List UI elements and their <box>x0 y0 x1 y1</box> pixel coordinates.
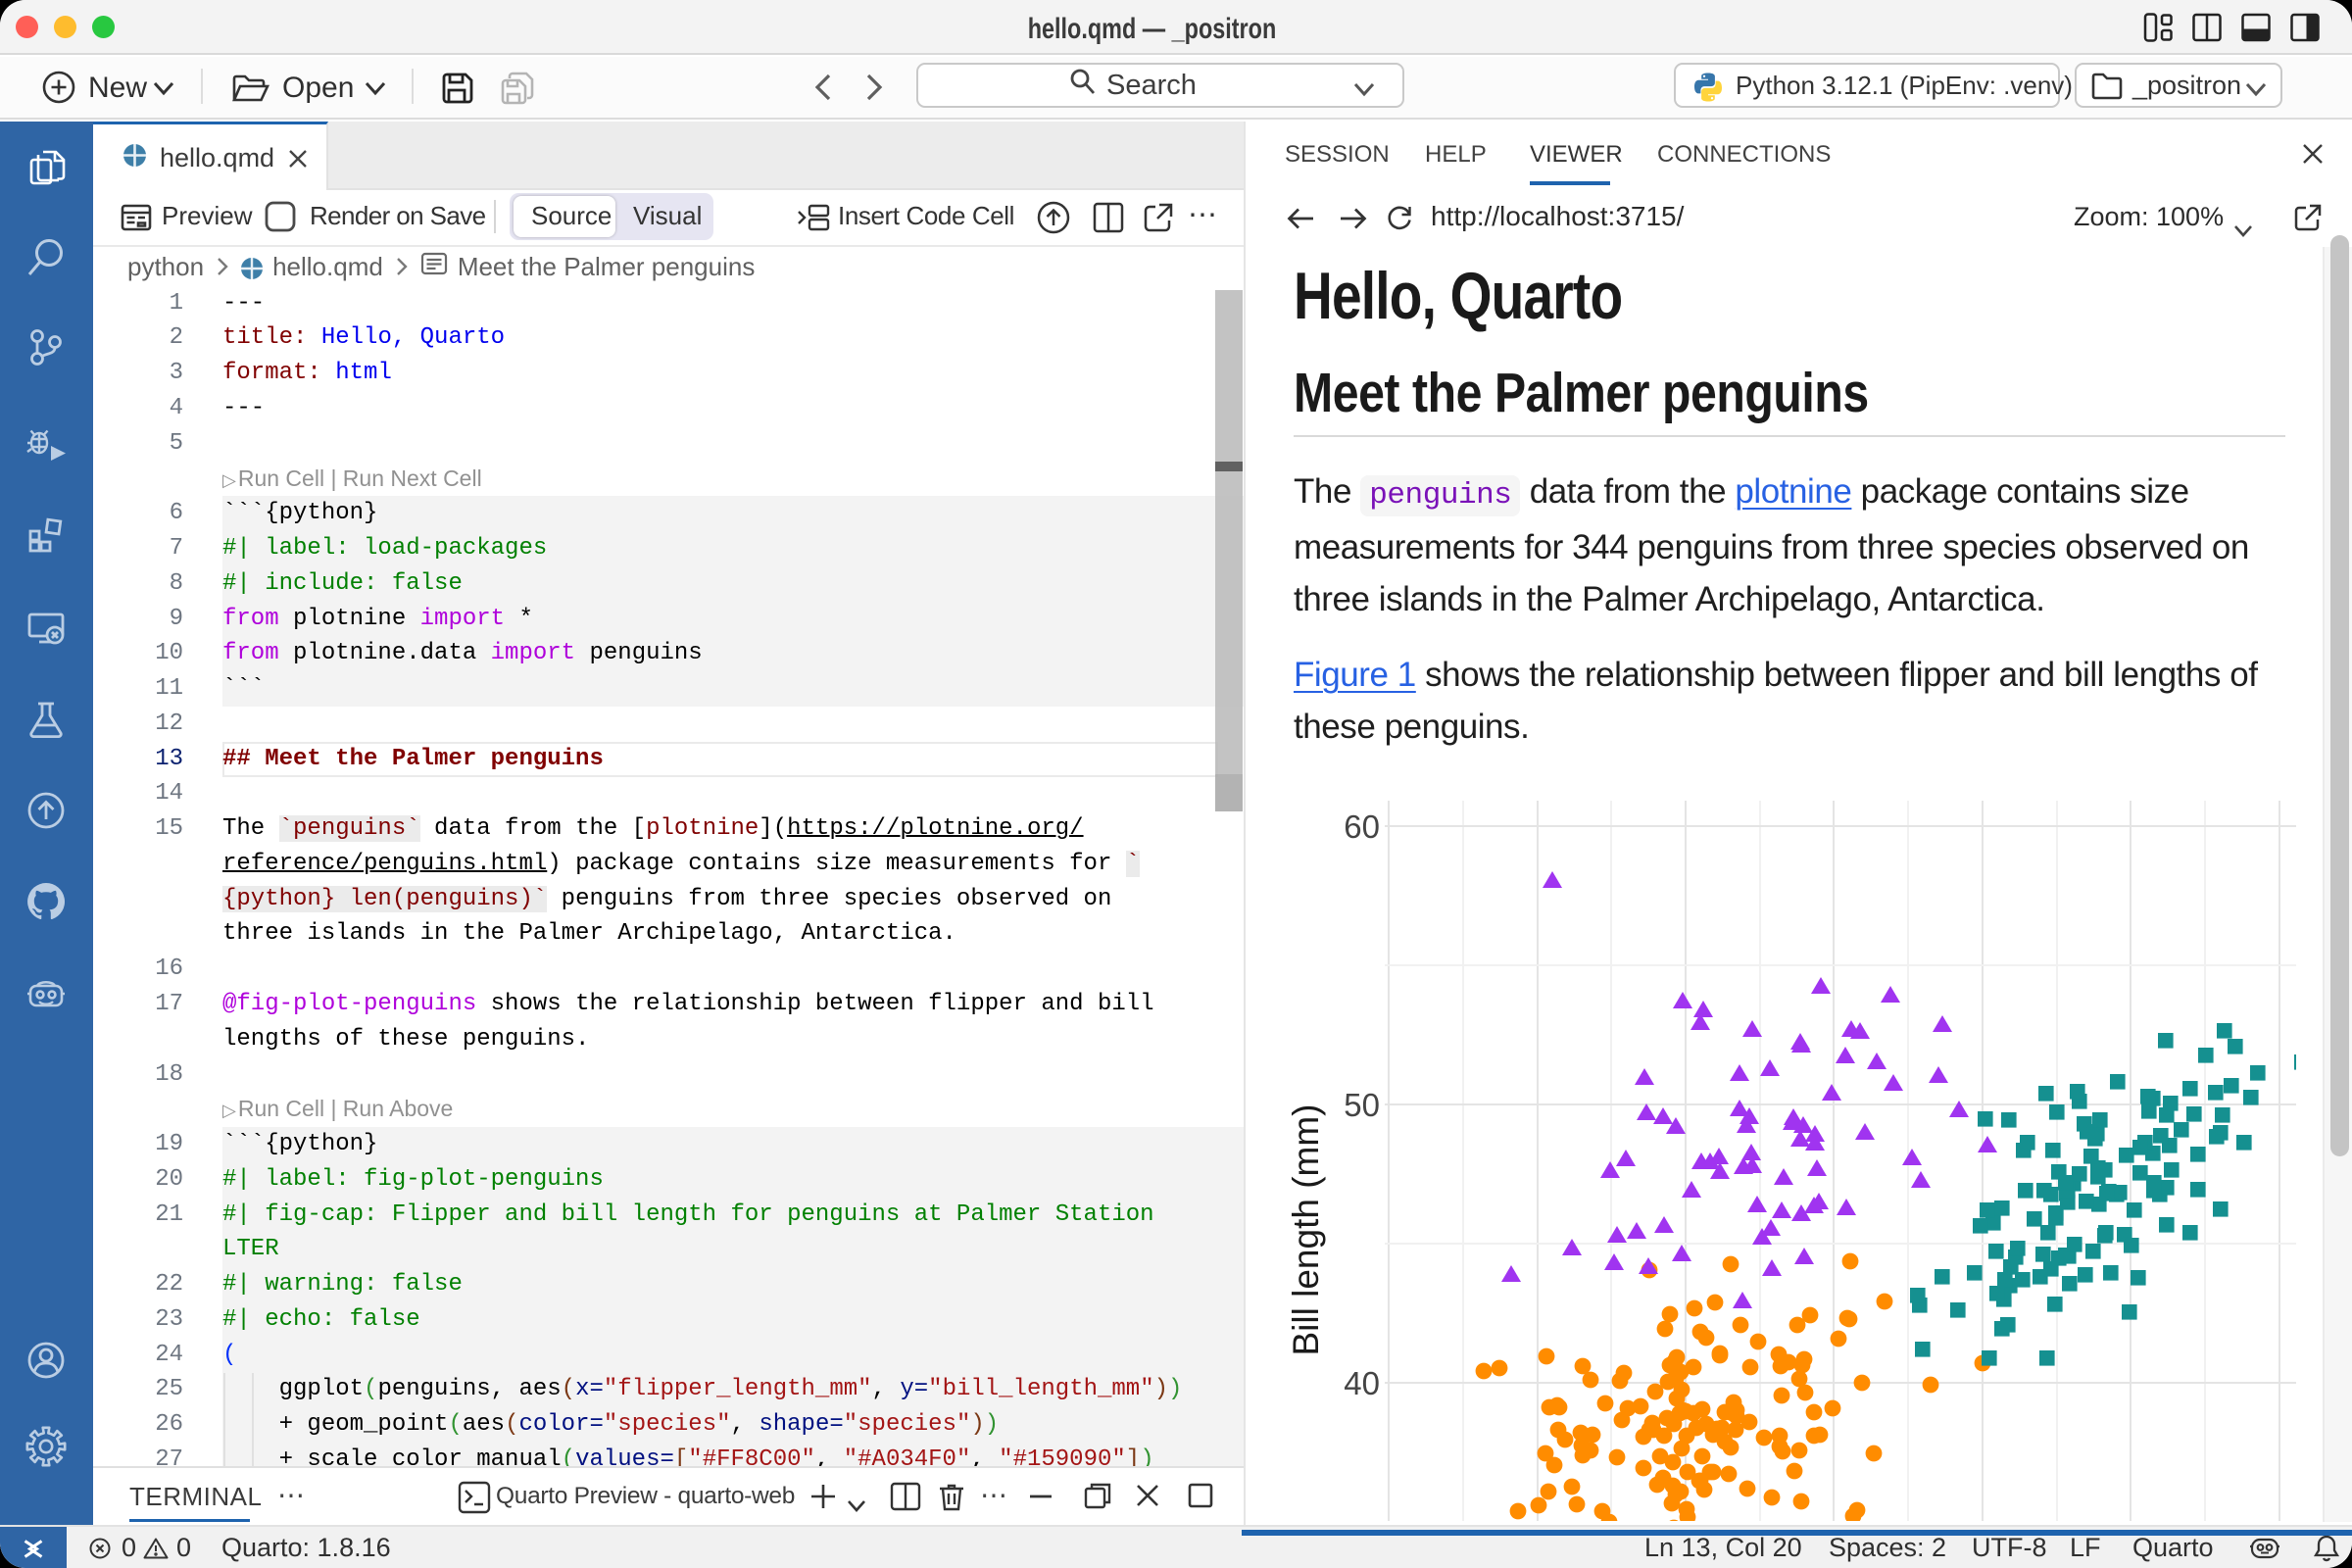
svg-text:60: 60 <box>1344 808 1380 845</box>
svg-text:40: 40 <box>1344 1365 1380 1401</box>
svg-text:50: 50 <box>1344 1087 1380 1123</box>
svg-text:Bill length (mm): Bill length (mm) <box>1286 1104 1326 1356</box>
